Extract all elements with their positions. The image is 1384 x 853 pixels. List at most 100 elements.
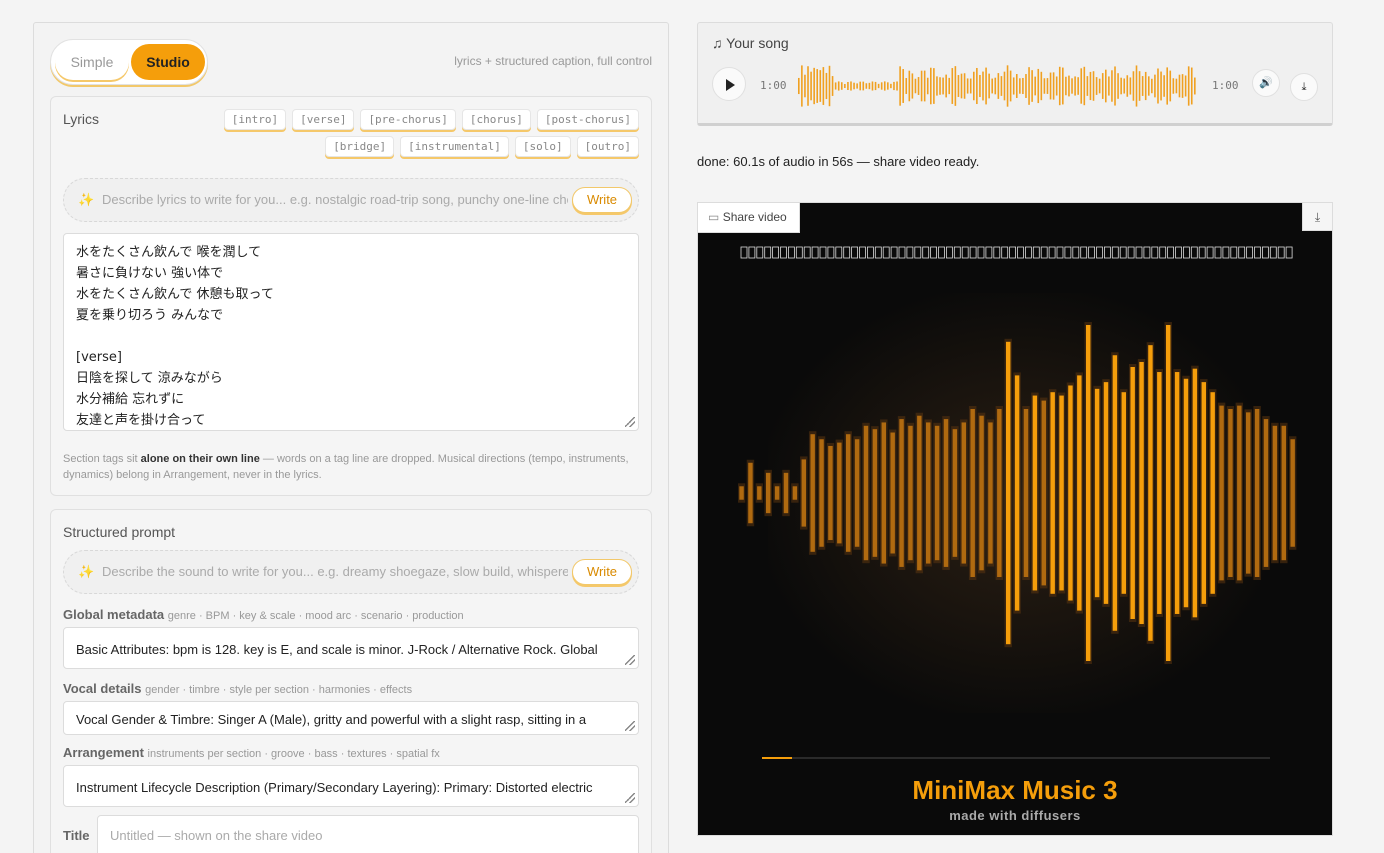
missing-glyph-box: [1206, 246, 1214, 259]
tag-outro[interactable]: [outro]: [576, 136, 639, 157]
waveform-bar: [1175, 78, 1178, 94]
visualizer-bar: [1130, 367, 1135, 619]
visualizer-bar: [988, 422, 993, 564]
waveform-bar: [1037, 68, 1040, 104]
arrangement-field[interactable]: Instrument Lifecycle Description (Primar…: [63, 765, 639, 807]
tag-instrumental[interactable]: [instrumental]: [400, 136, 509, 157]
arrangement-value: Instrument Lifecycle Description (Primar…: [76, 780, 593, 795]
resize-handle[interactable]: [625, 655, 635, 665]
resize-handle[interactable]: [625, 417, 635, 427]
tag-solo[interactable]: [solo]: [514, 136, 571, 157]
video-progress-bar: [762, 757, 1270, 759]
missing-glyph-box: [1024, 246, 1032, 259]
waveform-bar: [1006, 65, 1009, 107]
visualizer-bar: [1068, 385, 1073, 601]
share-video-tab[interactable]: ▭ Share video: [698, 203, 800, 233]
visualizer-bar: [1183, 378, 1189, 608]
waveform[interactable]: [798, 61, 1198, 111]
video-progress-fill: [762, 757, 793, 759]
lyric-line: 友達と声を掛け合って: [76, 413, 206, 428]
missing-glyph-box: [961, 246, 969, 259]
waveform-bar: [917, 77, 920, 95]
missing-glyph-box: [1238, 246, 1246, 259]
waveform-bar: [902, 69, 904, 103]
tag-pre-chorus[interactable]: [pre-chorus]: [360, 109, 456, 130]
tag-verse[interactable]: [verse]: [292, 109, 355, 130]
waveform-bar: [865, 83, 868, 89]
missing-glyph-box: [1080, 246, 1088, 259]
global-metadata-field[interactable]: Basic Attributes: bpm is 128. key is E, …: [63, 627, 639, 669]
missing-glyph-box: [914, 246, 922, 259]
visualizer-bar: [926, 422, 931, 564]
resize-handle[interactable]: [625, 793, 635, 803]
missing-glyph-box: [1175, 246, 1182, 259]
waveform-bar: [1166, 67, 1168, 105]
waveform-bar: [991, 78, 994, 94]
visualizer-bar: [1201, 382, 1206, 604]
waveform-bar: [807, 66, 809, 106]
waveform-bar: [810, 71, 812, 101]
waveform-bar: [1160, 71, 1162, 101]
waveform-bar: [951, 68, 954, 104]
waveform-bar: [948, 77, 951, 95]
missing-glyph-box: [803, 246, 811, 259]
waveform-bar: [1154, 74, 1156, 98]
tag-bridge[interactable]: [bridge]: [325, 136, 395, 157]
vocal-details-field[interactable]: Vocal Gender & Timbre: Singer A (Male), …: [63, 701, 639, 735]
tag-intro[interactable]: [intro]: [223, 109, 287, 130]
waveform-bar: [1129, 77, 1132, 95]
waveform-bar: [1184, 75, 1187, 97]
missing-glyph-box: [748, 246, 756, 259]
resize-handle[interactable]: [625, 721, 635, 731]
studio-mode-button[interactable]: Studio: [131, 44, 205, 80]
visualizer-bar: [774, 486, 780, 500]
prompt-ai-input[interactable]: ✨ Describe the sound to write for you...…: [63, 550, 639, 594]
missing-glyph-box: [890, 246, 898, 259]
waveform-bar: [1012, 77, 1015, 95]
simple-mode-button[interactable]: Simple: [55, 44, 129, 80]
missing-glyph-box: [835, 246, 843, 259]
waveform-bar: [1028, 67, 1030, 105]
waveform-bar: [1169, 70, 1172, 102]
lyrics-write-button[interactable]: Write: [572, 187, 632, 213]
tag-post-chorus[interactable]: [post-chorus]: [536, 109, 639, 130]
missing-glyph-box: [1262, 246, 1269, 259]
waveform-bar: [969, 78, 972, 94]
prompt-write-button[interactable]: Write: [572, 559, 632, 585]
waveform-bar: [834, 82, 837, 90]
title-input[interactable]: Untitled — shown on the share video: [97, 815, 639, 853]
waveform-bar: [1089, 71, 1092, 101]
waveform-bar: [1003, 71, 1006, 101]
lyrics-ai-input[interactable]: ✨ Describe lyrics to write for you... e.…: [63, 178, 639, 222]
volume-icon[interactable]: 🔊: [1252, 69, 1280, 97]
download-icon[interactable]: ⤓: [1290, 73, 1318, 101]
missing-glyph-box: [1048, 246, 1056, 259]
waveform-bar: [880, 82, 883, 90]
waveform-bar: [985, 67, 987, 105]
missing-glyph-box: [953, 246, 961, 259]
waveform-bar: [1080, 68, 1083, 104]
play-button[interactable]: [712, 67, 746, 101]
missing-glyph-box: [795, 246, 803, 259]
arrangement-label: Arrangement instruments per section · gr…: [63, 745, 440, 760]
waveform-bar: [994, 77, 997, 95]
missing-glyph-box: [969, 246, 977, 259]
missing-glyph-box: [1214, 246, 1222, 259]
label-hint: instruments per section · groove · bass …: [147, 748, 440, 760]
missing-glyph-box: [1001, 246, 1009, 259]
visualizer-bar: [1139, 361, 1144, 625]
visualizer-bar: [828, 445, 833, 541]
waveform-bar: [960, 73, 963, 99]
tag-chorus[interactable]: [chorus]: [461, 109, 531, 130]
visualizer-bar: [934, 425, 940, 561]
waveform-bar: [1034, 76, 1036, 96]
share-video[interactable]: ▭ Share video ⤓ MiniMax Music 3 made wit…: [697, 202, 1333, 836]
lyrics-textarea[interactable]: 水をたくさん飲んで 喉を潤して 暑さに負けない 強い体で 水をたくさん飲んで 休…: [63, 233, 639, 431]
visualizer-bar: [863, 425, 869, 561]
video-download-icon[interactable]: ⤓: [1302, 203, 1332, 231]
missing-glyph-box: [1017, 246, 1024, 259]
visualizer-bar: [1192, 368, 1198, 618]
missing-glyph-box: [1072, 246, 1080, 259]
waveform-bar: [1046, 78, 1049, 94]
waveform-bar: [1074, 76, 1076, 96]
